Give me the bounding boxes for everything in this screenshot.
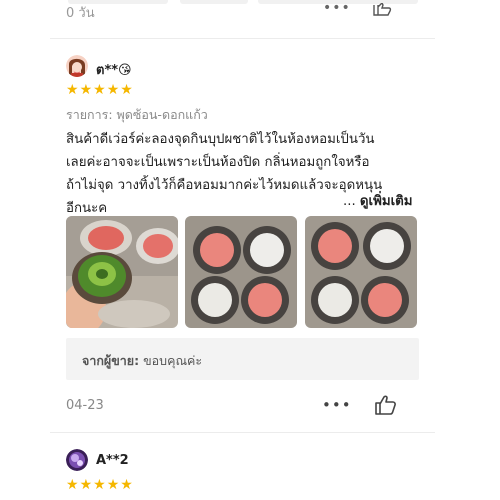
review-photo[interactable] [66, 216, 178, 328]
star-icon: ★ [79, 82, 93, 98]
review-text-line: เลยค่ะอาจจะเป็นเพราะเป็นห้องปิด กลิ่นหอม… [66, 155, 370, 170]
star-icon: ★ [120, 477, 133, 493]
star-icon: ★ [66, 82, 79, 98]
more-options-icon[interactable]: ••• [322, 396, 352, 414]
reviewer-name: A**2 [96, 453, 129, 468]
previous-review-date: 0 วัน [66, 6, 95, 21]
divider [50, 38, 435, 39]
star-icon: ★ [106, 82, 120, 98]
star-icon: ★ [66, 477, 79, 493]
review-date: 04-23 [66, 398, 104, 413]
see-more-ellipsis: ... [343, 194, 356, 209]
see-more-link[interactable]: ... ดูเพิ่มเติม [343, 190, 413, 211]
star-icon: ★ [120, 82, 133, 98]
seller-reply-label: จากผู้ขาย: [82, 353, 140, 368]
review-text-line: สินค้าดีเว่อร์ค่ะลองจุดกินบุปผชาติไว้ในห… [66, 132, 375, 147]
seller-reply-text: ขอบคุณค่ะ [143, 353, 203, 368]
star-rating: ★ ★ ★ ★ ★ [66, 478, 133, 492]
star-icon: ★ [106, 477, 120, 493]
seller-reply: จากผู้ขาย: ขอบคุณค่ะ [66, 338, 419, 380]
divider [50, 432, 435, 433]
previous-like-icon[interactable] [372, 3, 392, 17]
product-variant: รายการ: พุดซ้อน-ดอกแก้ว [66, 107, 208, 122]
avatar[interactable] [66, 55, 88, 77]
review-photo[interactable] [185, 216, 297, 328]
avatar[interactable] [66, 449, 88, 471]
reviewer-name: ต**😘 [96, 63, 132, 78]
previous-more-icon[interactable]: ••• [323, 0, 351, 16]
previous-photo-edge [180, 0, 248, 4]
previous-photo-edge [68, 0, 168, 4]
previous-review-footer: 0 วัน ••• [0, 0, 500, 24]
review-photo[interactable] [305, 216, 417, 328]
star-icon: ★ [93, 82, 106, 98]
star-rating: ★ ★ ★ ★ ★ [66, 83, 133, 97]
star-icon: ★ [93, 477, 106, 493]
see-more-label: ดูเพิ่มเติม [359, 194, 413, 209]
like-icon[interactable] [374, 395, 396, 415]
star-icon: ★ [79, 477, 93, 493]
